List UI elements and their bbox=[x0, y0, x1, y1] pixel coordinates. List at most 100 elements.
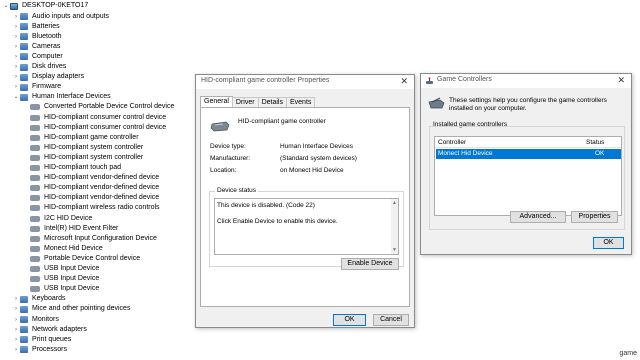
manufacturer-label: Manufacturer: bbox=[210, 155, 251, 162]
category-icon bbox=[20, 43, 28, 51]
properties-button[interactable]: Properties bbox=[571, 211, 618, 223]
controller-status: OK bbox=[595, 150, 605, 157]
tree-item-label: HID-compliant system controller bbox=[44, 143, 144, 151]
chevron-icon[interactable]: › bbox=[12, 82, 20, 92]
tree-item-label: Mice and other pointing devices bbox=[32, 305, 131, 313]
tree-device-item[interactable]: HID-compliant vendor-defined device bbox=[30, 193, 159, 203]
location-value: on Monect Hid Device bbox=[280, 167, 344, 174]
chevron-icon[interactable]: › bbox=[12, 335, 20, 345]
chevron-down-icon[interactable]: ⌄ bbox=[2, 1, 10, 11]
tree-device-item[interactable]: Microsoft Input Configuration Device bbox=[30, 234, 157, 244]
tree-category-item[interactable]: › Audio inputs and outputs bbox=[12, 12, 109, 22]
chevron-icon[interactable]: › bbox=[12, 52, 20, 62]
tree-device-item[interactable]: Portable Device Control device bbox=[30, 254, 140, 264]
hid-device-icon bbox=[30, 205, 40, 212]
category-icon bbox=[20, 73, 28, 81]
advanced-button[interactable]: Advanced... bbox=[510, 211, 566, 223]
computer-icon bbox=[10, 2, 18, 10]
tree-category-item[interactable]: › Display adapters bbox=[12, 72, 84, 82]
tree-device-item[interactable]: HID-compliant vendor-defined device bbox=[30, 173, 159, 183]
manufacturer-value: (Standard system devices) bbox=[280, 155, 357, 162]
tree-category-item[interactable]: › Disk drives bbox=[12, 62, 66, 72]
column-controller[interactable]: Controller bbox=[438, 139, 466, 146]
tree-category-item[interactable]: › Bluetooth bbox=[12, 32, 62, 42]
tree-device-item[interactable]: USB Input Device bbox=[30, 284, 99, 294]
device-status-text[interactable]: This device is disabled. (Code 22) Click… bbox=[214, 198, 399, 255]
tree-device-item[interactable]: USB Input Device bbox=[30, 264, 99, 274]
chevron-icon[interactable]: › bbox=[12, 294, 20, 304]
column-status[interactable]: Status bbox=[586, 139, 604, 146]
chevron-icon[interactable]: › bbox=[12, 42, 20, 52]
device-status-label: Device status bbox=[215, 187, 259, 194]
close-icon[interactable]: ✕ bbox=[617, 75, 625, 86]
tree-item-label: Intel(R) HID Event Filter bbox=[44, 224, 119, 232]
hid-device-icon bbox=[30, 124, 40, 131]
hid-device-icon bbox=[30, 134, 40, 141]
scroll-down-icon[interactable]: ▼ bbox=[391, 247, 398, 253]
tree-device-item[interactable]: HID-compliant system controller bbox=[30, 153, 143, 163]
chevron-icon[interactable]: › bbox=[12, 12, 20, 22]
tree-device-item[interactable]: Converted Portable Device Control device bbox=[30, 102, 174, 112]
tree-item-label: Print queues bbox=[32, 335, 72, 343]
tree-device-item[interactable]: I2C HID Device bbox=[30, 214, 92, 224]
ok-button[interactable]: OK bbox=[593, 237, 624, 249]
chevron-icon[interactable]: ⌄ bbox=[12, 92, 20, 102]
tree-category-item[interactable]: › Monitors bbox=[12, 315, 59, 325]
scroll-up-icon[interactable]: ▲ bbox=[391, 200, 398, 206]
chevron-icon[interactable]: › bbox=[12, 32, 20, 42]
tree-item-label: Processors bbox=[32, 345, 68, 353]
tree-category-item[interactable]: › Print queues bbox=[12, 335, 71, 345]
title-bar[interactable]: Game Controllers ✕ bbox=[421, 74, 631, 88]
tree-category-item[interactable]: › Computer bbox=[12, 52, 63, 62]
cancel-button[interactable]: Cancel bbox=[373, 314, 409, 326]
chevron-icon[interactable]: › bbox=[12, 345, 20, 355]
tree-device-item[interactable]: HID-compliant touch pad bbox=[30, 163, 121, 173]
tree-category-item[interactable]: › Network adapters bbox=[12, 325, 87, 335]
tree-device-item[interactable]: HID-compliant system controller bbox=[30, 143, 143, 153]
watermark: game bbox=[619, 350, 637, 357]
tree-item-label: Converted Portable Device Control device bbox=[44, 103, 175, 111]
tree-category-item[interactable]: › Mice and other pointing devices bbox=[12, 304, 130, 314]
chevron-icon[interactable]: › bbox=[12, 304, 20, 314]
tree-device-item[interactable]: USB Input Device bbox=[30, 274, 99, 284]
category-icon bbox=[20, 13, 28, 20]
title-bar[interactable]: HID-compliant game controller Properties… bbox=[196, 75, 414, 89]
tree-device-item[interactable]: HID-compliant game controller bbox=[30, 133, 139, 143]
tree-root[interactable]: ⌄ DESKTOP-0KETO17 bbox=[2, 1, 88, 11]
tree-device-item[interactable]: HID-compliant vendor-defined device bbox=[30, 183, 159, 193]
tree-item-label: HID-compliant touch pad bbox=[44, 164, 122, 171]
tree-category-item[interactable]: › Cameras bbox=[12, 42, 60, 52]
category-icon bbox=[20, 326, 28, 334]
chevron-icon[interactable]: › bbox=[12, 325, 20, 335]
tree-device-item[interactable]: HID-compliant consumer control device bbox=[30, 113, 166, 123]
controllers-list[interactable]: Controller Status Monect Hid Device OK bbox=[434, 136, 622, 216]
hid-device-icon bbox=[30, 235, 40, 242]
tree-item-label: Human Interface Devices bbox=[32, 93, 111, 101]
chevron-icon[interactable]: › bbox=[12, 72, 20, 82]
chevron-icon[interactable]: › bbox=[12, 22, 20, 32]
tree-item-label: Monitors bbox=[32, 315, 59, 323]
tree-category-item[interactable]: › Firmware bbox=[12, 82, 61, 92]
close-icon[interactable]: ✕ bbox=[400, 76, 408, 87]
tree-item-label: HID-compliant vendor-defined device bbox=[44, 184, 160, 192]
list-item[interactable]: Monect Hid Device OK bbox=[436, 149, 621, 159]
hid-device-icon bbox=[30, 245, 40, 252]
scrollbar[interactable]: ▲ ▼ bbox=[391, 199, 398, 254]
tree-device-item[interactable]: Monect Hid Device bbox=[30, 244, 103, 254]
tree-device-item[interactable]: Intel(R) HID Event Filter bbox=[30, 224, 118, 234]
tree-device-item[interactable]: HID-compliant wireless radio controls bbox=[30, 203, 160, 213]
chevron-icon[interactable]: › bbox=[12, 315, 20, 325]
tree-category-item[interactable]: › Processors bbox=[12, 345, 67, 355]
tree-category-item[interactable]: › Batteries bbox=[12, 22, 60, 32]
category-icon bbox=[20, 83, 28, 91]
tree-device-item[interactable]: HID-compliant consumer control device bbox=[30, 123, 166, 133]
tree-category-item[interactable]: › Keyboards bbox=[12, 294, 65, 304]
ok-button[interactable]: OK bbox=[333, 314, 366, 326]
tree-item-label: Portable Device Control device bbox=[44, 254, 141, 262]
hid-device-icon bbox=[30, 255, 40, 262]
category-icon bbox=[20, 295, 28, 303]
enable-device-button[interactable]: Enable Device bbox=[341, 258, 399, 270]
tree-category-item[interactable]: ⌄ Human Interface Devices bbox=[12, 92, 111, 102]
chevron-icon[interactable]: › bbox=[12, 62, 20, 72]
tree-item-label: Cameras bbox=[32, 42, 61, 50]
